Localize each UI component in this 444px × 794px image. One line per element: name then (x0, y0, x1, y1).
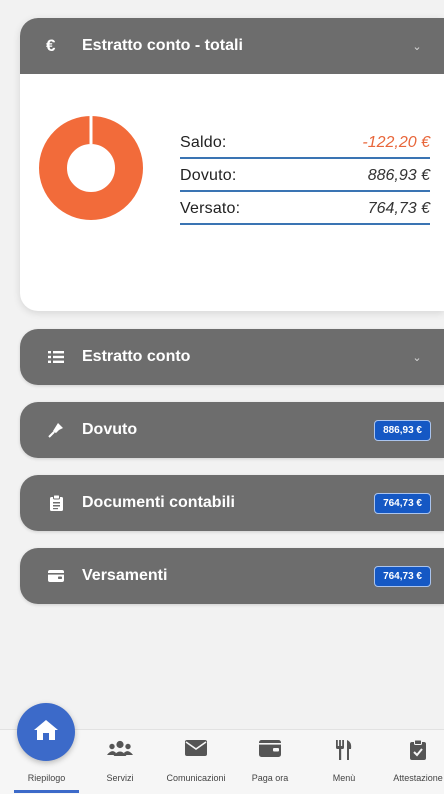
clipboard-check-icon (410, 739, 426, 762)
total-label: Saldo: (180, 133, 227, 151)
nav-label: Servizi (106, 773, 134, 783)
summary-card: € Estratto conto - totali ⌄ Saldo: -122,… (20, 18, 444, 311)
nav-label: Riepilogo (27, 773, 66, 783)
nav-item-servizi[interactable]: Servizi (90, 730, 150, 794)
amount-badge: 764,73 € (374, 492, 431, 514)
section-label: Dovuto (82, 421, 138, 438)
users-icon (107, 740, 133, 760)
amount-badge: 886,93 € (374, 419, 431, 441)
utensils-icon (335, 740, 353, 762)
list-icon (45, 350, 67, 364)
nav-item-attestazione[interactable]: Attestazione (386, 730, 444, 794)
amount-badge: 764,73 € (374, 565, 431, 587)
nav-label: Paga ora (251, 773, 289, 783)
wallet-icon (259, 740, 281, 759)
chevron-down-icon[interactable]: ⌄ (406, 40, 428, 53)
total-value: 886,93 € (367, 166, 430, 184)
euro-icon: € (46, 36, 56, 55)
section-label: Documenti contabili (82, 494, 235, 511)
home-fab-button[interactable] (17, 703, 75, 761)
total-value: -122,20 € (362, 133, 430, 151)
section-label: Estratto conto (82, 348, 191, 365)
total-label: Dovuto: (180, 166, 237, 184)
nav-item-paga-ora[interactable]: Paga ora (240, 730, 300, 794)
pin-icon (45, 422, 67, 438)
nav-label: Attestazione (393, 773, 443, 783)
total-row-dovuto: Dovuto: 886,93 € (180, 161, 430, 192)
section-versamenti[interactable]: Versamenti 764,73 € (20, 548, 444, 604)
envelope-icon (185, 740, 207, 758)
chevron-down-icon[interactable]: ⌄ (406, 351, 428, 364)
nav-item-menu[interactable]: Menù (314, 730, 374, 794)
app-page: € Estratto conto - totali ⌄ Saldo: -122,… (0, 0, 444, 794)
clipboard-icon (45, 495, 67, 511)
totals-list: Saldo: -122,20 € Dovuto: 886,93 € Versat… (180, 128, 430, 227)
section-estratto-conto[interactable]: Estratto conto ⌄ (20, 329, 444, 385)
section-dovuto[interactable]: Dovuto 886,93 € (20, 402, 444, 458)
section-label: Versamenti (82, 567, 168, 584)
total-row-saldo: Saldo: -122,20 € (180, 128, 430, 159)
total-value: 764,73 € (367, 199, 430, 217)
summary-title: Estratto conto - totali (82, 37, 243, 54)
total-row-versato: Versato: 764,73 € (180, 194, 430, 225)
nav-item-comunicazioni[interactable]: Comunicazioni (160, 730, 232, 794)
total-label: Versato: (180, 199, 241, 217)
balance-donut-chart (39, 116, 143, 220)
summary-header[interactable]: € Estratto conto - totali ⌄ (20, 18, 444, 74)
nav-label: Comunicazioni (166, 773, 226, 783)
nav-label: Menù (332, 773, 356, 783)
wallet-icon (45, 569, 67, 583)
section-documenti-contabili[interactable]: Documenti contabili 764,73 € (20, 475, 444, 531)
home-icon (33, 719, 59, 746)
